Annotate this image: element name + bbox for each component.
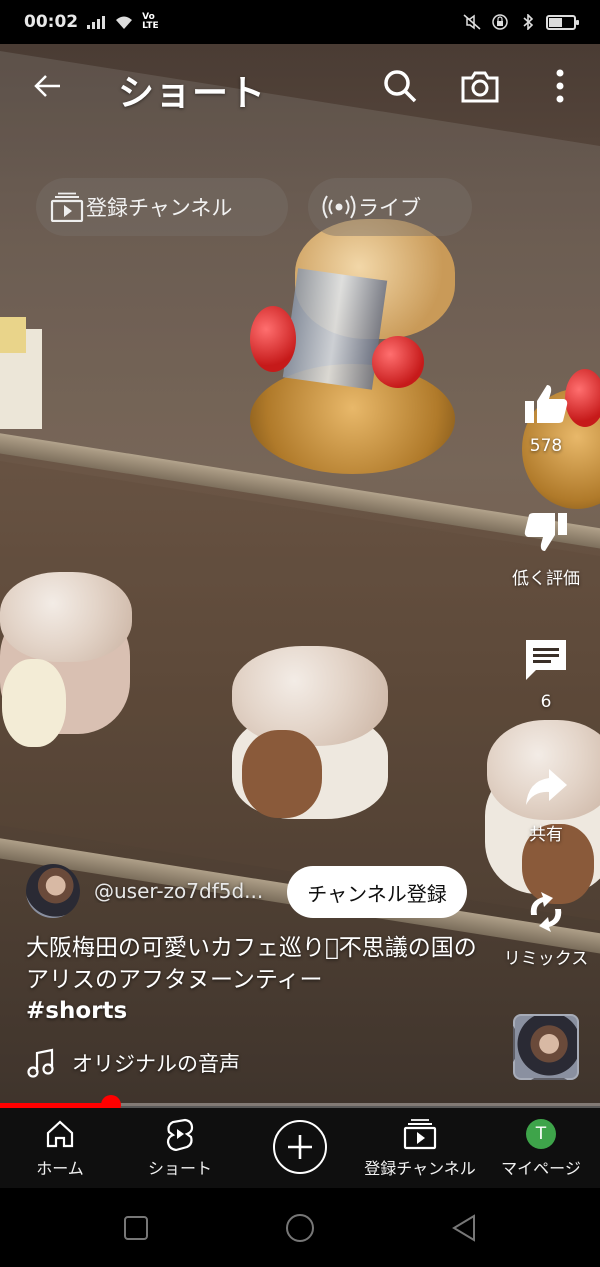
thumb-up-icon (522, 380, 570, 428)
battery-fill (549, 17, 563, 27)
music-note-icon (27, 1048, 54, 1078)
subscribe-button[interactable]: チャンネル登録 (287, 866, 467, 918)
cake-image (0, 572, 132, 662)
account-avatar: T (526, 1119, 556, 1149)
more-options-button[interactable] (538, 64, 582, 108)
arrow-left-icon (34, 75, 60, 97)
channel-handle[interactable]: @user-zo7df5d... (94, 879, 274, 903)
share-label: 共有 (529, 825, 563, 845)
audio-row[interactable]: オリジナルの音声 (26, 1048, 240, 1078)
strawberry (250, 306, 296, 372)
video-title[interactable]: 大阪梅田の可愛いカフェ巡り􏿽不思議の国のアリスのアフタヌーンティー (26, 932, 496, 996)
like-button[interactable]: 578 (496, 380, 596, 456)
chip-live[interactable]: ライブ (308, 178, 472, 236)
top-app-bar: ショート (0, 44, 600, 128)
strawberry (372, 336, 424, 388)
home-icon (43, 1117, 77, 1151)
back-button[interactable] (28, 66, 68, 106)
status-left: 00:02 Vo LTE (24, 12, 159, 32)
circle-icon (286, 1214, 314, 1242)
comments-button[interactable]: 6 (496, 636, 596, 712)
create-button[interactable] (273, 1120, 327, 1174)
square-icon (124, 1216, 148, 1240)
chip-live-label: ライブ (358, 196, 421, 220)
create-icon (288, 1135, 312, 1159)
recents-button[interactable] (118, 1210, 154, 1246)
back-system-button[interactable] (446, 1210, 482, 1246)
nav-subscriptions-label: 登録チャンネル (364, 1159, 476, 1178)
nav-subscriptions[interactable]: 登録チャンネル (360, 1108, 480, 1188)
share-icon (522, 764, 570, 812)
shorts-icon (163, 1117, 197, 1151)
cake-label-card (282, 268, 388, 390)
remix-button[interactable]: リミックス (496, 888, 596, 969)
mute-icon (463, 14, 481, 30)
signal-icon (87, 16, 106, 29)
page-title: ショート (118, 73, 267, 114)
hashtag-link[interactable]: #shorts (26, 998, 127, 1024)
volte-bottom-label: LTE (142, 21, 159, 31)
like-count: 578 (529, 436, 563, 456)
share-button[interactable]: 共有 (496, 764, 596, 845)
subscriptions-icon (50, 192, 84, 222)
wifi-icon (116, 16, 133, 29)
dislike-label: 低く評価 (512, 569, 580, 589)
thumb-down-icon (522, 508, 570, 556)
remix-icon (522, 888, 570, 936)
camera-button[interactable] (458, 64, 502, 108)
nav-shorts[interactable]: ショート (140, 1108, 220, 1188)
chip-subscriptions[interactable]: 登録チャンネル (36, 178, 288, 236)
camera-icon (461, 71, 499, 103)
channel-avatar[interactable] (26, 864, 80, 918)
remix-label: リミックス (503, 949, 589, 969)
lock-icon (492, 14, 508, 30)
nav-my-page-label: マイページ (501, 1159, 581, 1178)
more-vert-icon (556, 69, 564, 103)
live-icon (322, 195, 356, 219)
channel-row: @user-zo7df5d... (26, 862, 274, 920)
bear-figure (242, 730, 322, 818)
nav-shorts-label: ショート (147, 1159, 212, 1178)
search-icon (384, 70, 417, 103)
triangle-back-icon (452, 1214, 475, 1242)
comment-count: 6 (540, 692, 552, 712)
nav-home-label: ホーム (36, 1159, 84, 1178)
dislike-button[interactable]: 低く評価 (496, 508, 596, 589)
home-system-button[interactable] (282, 1210, 318, 1246)
cake-box-top (0, 317, 26, 353)
cake-image (232, 646, 388, 746)
volte-icon: Vo LTE (142, 13, 159, 31)
status-right (462, 14, 579, 30)
chip-subscriptions-label: 登録チャンネル (86, 196, 233, 220)
nav-home[interactable]: ホーム (20, 1108, 100, 1188)
audio-label: オリジナルの音声 (72, 1052, 240, 1076)
sound-thumbnail[interactable] (513, 1014, 579, 1080)
status-time: 00:02 (24, 12, 79, 32)
subscriptions-icon (403, 1117, 437, 1151)
account-icon: T (524, 1117, 558, 1151)
bluetooth-icon (523, 14, 534, 30)
nav-my-page[interactable]: T マイページ (496, 1108, 586, 1188)
system-navigation-bar (0, 1188, 600, 1267)
bottom-navigation: ホーム ショート 登録チャンネル T マイページ (0, 1108, 600, 1188)
status-bar: 00:02 Vo LTE (0, 0, 600, 44)
bear-figure (2, 659, 66, 747)
comment-icon (522, 636, 570, 684)
search-button[interactable] (378, 64, 422, 108)
battery-icon (546, 14, 579, 30)
